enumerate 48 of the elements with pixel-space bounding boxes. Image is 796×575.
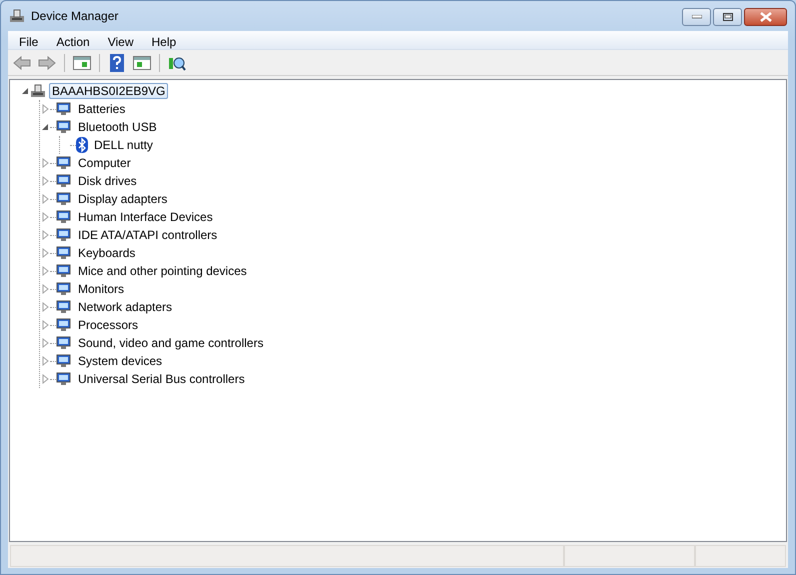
menu-item[interactable]: View [98, 31, 142, 49]
device-icon [56, 174, 72, 188]
menu-item[interactable]: Help [142, 31, 186, 49]
tree-item[interactable]: DELL nutty [91, 137, 156, 153]
tree-item[interactable]: Bluetooth USB [75, 119, 160, 135]
tree-item[interactable]: Display adapters [75, 191, 170, 207]
bluetooth-icon [76, 137, 88, 153]
minimize-icon [692, 15, 702, 19]
device-icon [56, 102, 72, 116]
tree-item[interactable]: Universal Serial Bus controllers [75, 371, 248, 387]
tree-item[interactable]: Disk drives [75, 173, 140, 189]
device-icon [56, 372, 72, 386]
window-title: Device Manager [31, 8, 118, 25]
device-manager-icon [9, 9, 25, 23]
close-icon [760, 12, 772, 22]
device-icon [56, 354, 72, 368]
tree-item[interactable]: Network adapters [75, 299, 176, 315]
maximize-button[interactable] [713, 8, 742, 26]
maximize-icon [722, 13, 732, 21]
tree-item[interactable]: BAAAHBS0I2EB9VG [49, 83, 168, 99]
device-icon [56, 300, 72, 314]
device-icon [56, 318, 72, 332]
tree-item[interactable]: Sound, video and game controllers [75, 335, 266, 351]
expander-icon[interactable] [40, 122, 50, 132]
device-icon [56, 228, 72, 242]
device-icon [56, 192, 72, 206]
minimize-button[interactable] [682, 8, 711, 26]
device-icon [56, 210, 72, 224]
expander-icon[interactable] [20, 86, 30, 96]
device-icon [56, 282, 72, 296]
tree-item[interactable]: Mice and other pointing devices [75, 263, 250, 279]
device-icon [56, 120, 72, 134]
device-icon [56, 156, 72, 170]
tree-item[interactable]: System devices [75, 353, 166, 369]
device-icon [56, 246, 72, 260]
tree-item[interactable]: Computer [75, 155, 134, 171]
device-icon [30, 84, 46, 98]
menu-item[interactable]: Action [47, 31, 99, 49]
device-icon [56, 336, 72, 350]
tree-item[interactable]: Processors [75, 317, 142, 333]
menu-item[interactable]: File [10, 31, 48, 49]
close-button[interactable] [744, 8, 787, 26]
device-icon [56, 264, 72, 278]
tree-item[interactable]: IDE ATA/ATAPI controllers [75, 227, 220, 243]
tree-item[interactable]: Monitors [75, 281, 128, 297]
tree-item[interactable]: Keyboards [75, 245, 138, 261]
tree-item[interactable]: Batteries [75, 101, 128, 117]
tree-item[interactable]: Human Interface Devices [75, 209, 216, 225]
